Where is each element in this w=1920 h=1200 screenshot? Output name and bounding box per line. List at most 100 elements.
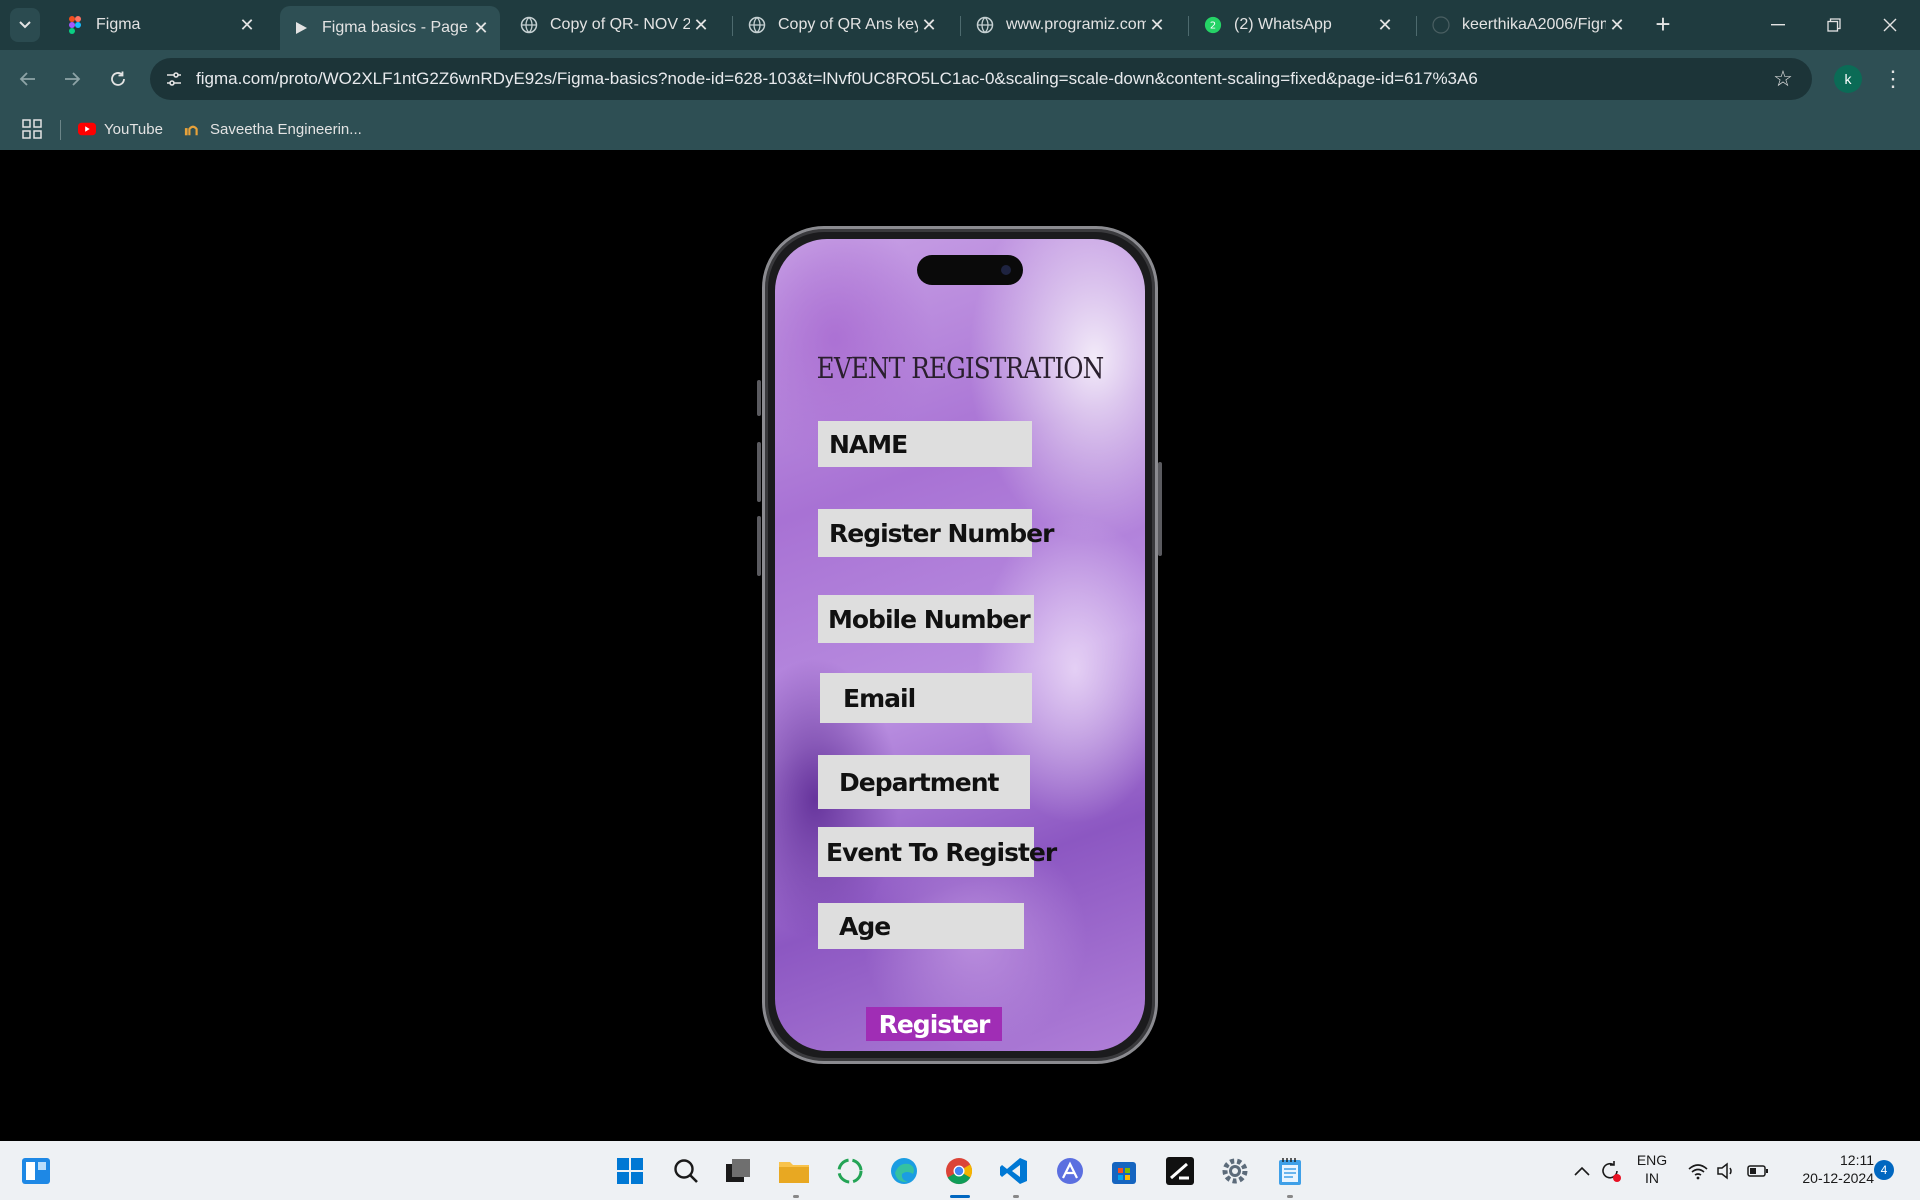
app-icon[interactable] [1052,1153,1088,1189]
arrow-right-icon [65,72,81,86]
site-info-icon[interactable] [162,67,186,91]
phone-screen: EVENT REGISTRATION NAME Register Number … [775,239,1145,1051]
close-icon[interactable]: ✕ [1146,14,1168,36]
chrome-icon[interactable] [941,1153,977,1189]
bookmark-label: Saveetha Engineerin... [210,120,362,138]
tab-title: keerthikaA2006/Figma [1462,16,1606,33]
register-button[interactable]: Register [866,1007,1002,1041]
search-icon[interactable] [668,1153,704,1189]
phone-volume-up [757,442,761,502]
notepad-icon[interactable] [1272,1153,1308,1189]
play-icon [292,19,310,37]
minimize-button[interactable] [1758,8,1798,42]
language-indicator[interactable]: ENG IN [1632,1151,1672,1187]
event-to-register-field[interactable]: Event To Register [818,827,1057,877]
settings-icon[interactable] [1217,1153,1253,1189]
forward-button[interactable] [56,63,88,95]
mobile-number-field[interactable]: Mobile Number [818,595,1034,643]
close-icon[interactable]: ✕ [918,14,940,36]
back-button[interactable] [12,63,44,95]
phone-volume-down [757,516,761,576]
bookmark-saveetha[interactable]: Saveetha Engineerin... [184,118,362,140]
globe-icon [976,16,994,34]
active-app-indicator [950,1195,970,1198]
url-text[interactable]: figma.com/proto/WO2XLF1ntG2Z6wnRDyE92s/F… [196,69,1478,89]
name-field[interactable]: NAME [818,421,1032,467]
edge-icon[interactable] [886,1153,922,1189]
tab-figma[interactable]: Figma ✕ [54,6,266,44]
tab-title: www.programiz.com [1006,16,1146,33]
close-window-button[interactable] [1870,8,1910,42]
running-indicator [793,1195,799,1198]
restore-button[interactable] [1814,8,1854,42]
youtube-icon [78,120,96,138]
tab-title: (2) WhatsApp [1234,16,1332,33]
more-menu-icon[interactable]: ⋮ [1880,63,1906,95]
bookmark-star-icon[interactable]: ☆ [1770,66,1796,92]
new-tab-button[interactable]: + [1650,11,1676,38]
task-view-icon[interactable] [720,1153,756,1189]
clock-time: 12:11 [1840,1152,1874,1168]
email-field[interactable]: Email [820,673,1032,723]
reload-icon [111,71,125,86]
profile-avatar[interactable]: k [1834,65,1862,93]
tab-strip: Figma ✕ Figma basics - Page 1 ✕ Copy of … [0,0,1920,50]
tab-figma-basics[interactable]: Figma basics - Page 1 ✕ [280,6,500,50]
address-bar[interactable]: figma.com/proto/WO2XLF1ntG2Z6wnRDyE92s/F… [150,58,1812,100]
svg-text:2: 2 [1210,21,1216,32]
tab-programiz[interactable]: www.programiz.com ✕ [964,6,1176,44]
volume-icon[interactable] [1708,1153,1744,1189]
close-icon[interactable]: ✕ [1374,14,1396,36]
apps-grid-icon[interactable] [22,119,42,139]
age-field[interactable]: Age [818,903,1024,949]
file-explorer-icon[interactable] [776,1153,812,1189]
page-title: EVENT REGISTRATION [816,351,1104,385]
figma-icon [66,16,84,34]
dynamic-island [917,255,1023,285]
tab-qr-ans-key[interactable]: Copy of QR Ans key ✕ [736,6,948,44]
github-icon [1432,16,1450,34]
globe-icon [520,16,538,34]
tab-search-button[interactable] [10,8,40,42]
language-code: ENG [1636,1152,1668,1168]
close-icon[interactable]: ✕ [236,14,258,36]
globe-icon [748,16,766,34]
refresh-app-icon[interactable] [832,1153,868,1189]
arrow-left-icon [19,72,35,86]
tab-title: Copy of QR Ans key [778,16,918,33]
tab-github[interactable]: keerthikaA2006/Figma ✕ [1420,6,1636,44]
running-indicator [1287,1195,1293,1198]
store-icon[interactable] [1106,1153,1142,1189]
reload-button[interactable] [102,63,134,95]
bookmark-label: YouTube [104,120,163,138]
close-icon[interactable]: ✕ [690,14,712,36]
close-icon[interactable]: ✕ [1606,14,1628,36]
whatsapp-icon: 2 [1204,16,1222,34]
notification-badge[interactable]: 4 [1874,1160,1894,1180]
clock[interactable]: 12:11 20-12-2024 [1782,1151,1874,1187]
department-field[interactable]: Department [818,755,1030,809]
widgets-icon[interactable] [18,1153,54,1189]
chevron-down-icon [19,21,31,29]
tab-qr-nov[interactable]: Copy of QR- NOV 2024 ✕ [508,6,720,44]
tab-title: Figma [96,16,141,33]
battery-icon[interactable] [1740,1153,1776,1189]
sync-icon[interactable] [1592,1153,1628,1189]
tab-title: Copy of QR- NOV 2024 [550,16,690,33]
terminal-app-icon[interactable] [1162,1153,1198,1189]
phone-power-button [1158,462,1162,556]
bookmark-youtube[interactable]: YouTube [78,118,163,140]
phone-action-button [757,380,761,416]
bookmarks-bar: YouTube Saveetha Engineerin... [0,108,1920,150]
browser-toolbar: figma.com/proto/WO2XLF1ntG2Z6wnRDyE92s/F… [0,50,1920,108]
vscode-icon[interactable] [996,1153,1032,1189]
close-icon[interactable]: ✕ [470,17,492,39]
start-icon[interactable] [612,1153,648,1189]
windows-taskbar: ENG IN 12:11 20-12-2024 [0,1141,1920,1200]
tab-whatsapp[interactable]: 2 (2) WhatsApp ✕ [1192,6,1404,44]
tab-title: Figma basics - Page 1 [322,19,470,36]
running-indicator [1013,1195,1019,1198]
register-number-field[interactable]: Register Number [818,509,1054,557]
region-code: IN [1645,1170,1659,1186]
clock-date: 20-12-2024 [1802,1170,1874,1186]
